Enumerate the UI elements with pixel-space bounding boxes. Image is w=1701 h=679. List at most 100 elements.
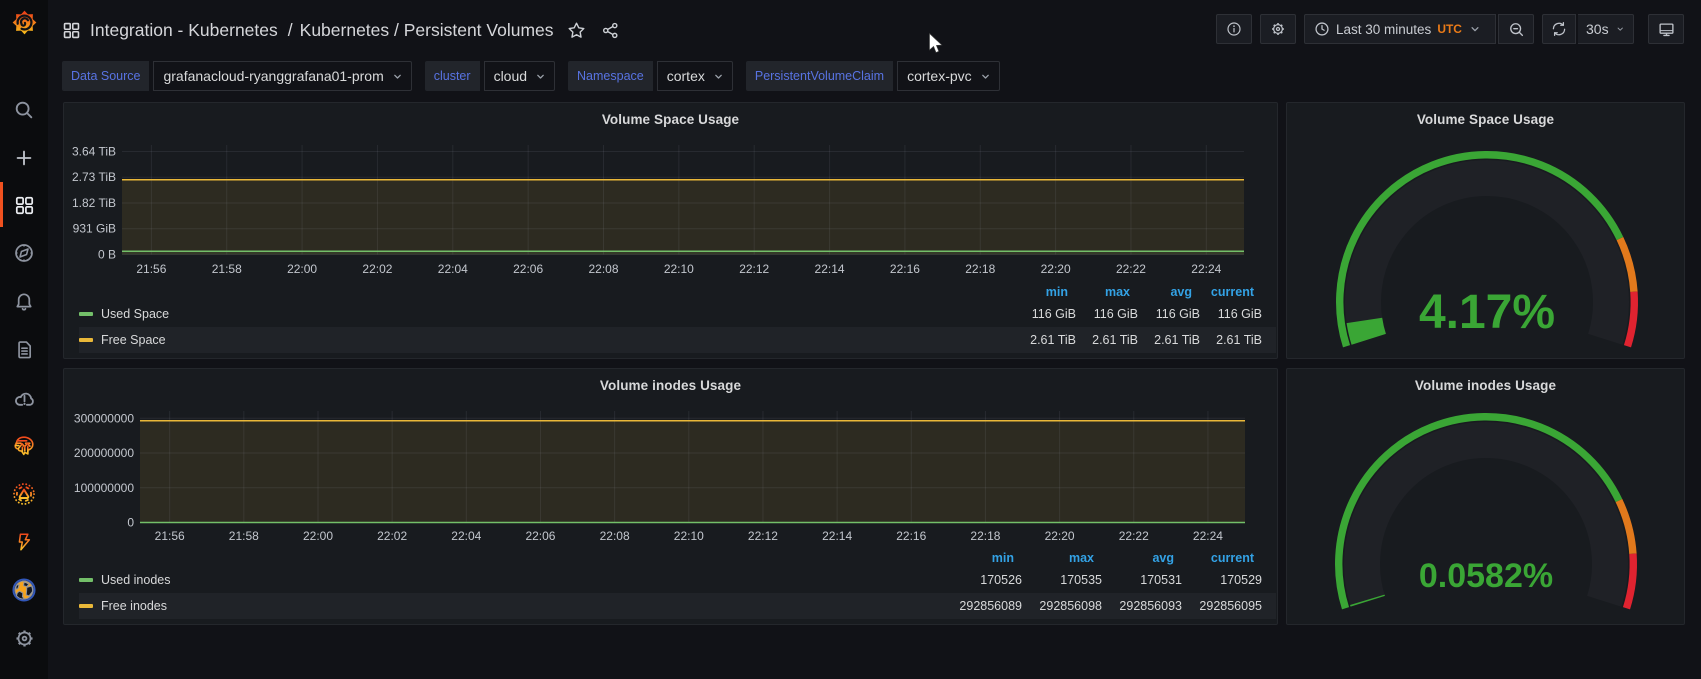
svg-text:22:16: 22:16 [896,529,926,543]
legend-row[interactable]: Used inodes 170526 170535 170531 170529 [79,567,1276,593]
search-icon [13,99,35,121]
refresh-button[interactable] [1542,14,1576,44]
variable-pvc: PersistentVolumeClaim cortex-pvc [746,61,1000,91]
refresh-interval-label: 30s [1586,21,1609,37]
series-color-marker [79,604,93,608]
legend-col-current[interactable]: current [1200,285,1262,299]
grafana-logo[interactable] [0,2,48,42]
svg-text:21:58: 21:58 [229,529,259,543]
timeseries-chart[interactable]: 0 B931 GiB1.82 TiB2.73 TiB3.64 TiB21:562… [64,103,1277,285]
favorite-star-button[interactable] [567,21,586,40]
svg-text:21:58: 21:58 [212,262,242,276]
apps-icon [62,21,81,40]
sidebar-item-create[interactable] [0,138,48,178]
legend-col-max[interactable]: max [1022,551,1102,565]
sidebar-item-dashboards[interactable] [0,185,48,225]
legend-row[interactable]: Free Space 2.61 TiB 2.61 TiB 2.61 TiB 2.… [79,327,1276,353]
svg-text:22:00: 22:00 [303,529,333,543]
legend-col-avg[interactable]: avg [1138,285,1200,299]
svg-text:22:22: 22:22 [1116,262,1146,276]
svg-text:22:08: 22:08 [588,262,618,276]
main-content: Integration - Kubernetes / Kubernetes / … [48,0,1701,679]
panel-volume-space-usage-graph[interactable]: Volume Space Usage 0 B931 GiB1.82 TiB2.7… [63,102,1278,359]
clock-icon [1314,21,1330,37]
gauge-chart: 4.17% [1287,103,1684,358]
bolt-icon [13,531,35,553]
svg-text:22:12: 22:12 [748,529,778,543]
svg-text:22:22: 22:22 [1119,529,1149,543]
breadcrumb-folder[interactable]: Integration - Kubernetes [90,20,278,41]
legend-col-current[interactable]: current [1182,551,1262,565]
variable-value-dropdown[interactable]: cortex [657,61,733,91]
svg-text:22:24: 22:24 [1193,529,1223,543]
legend-row[interactable]: Free inodes 292856089 292856098 29285609… [79,593,1276,619]
dashboards-icon [14,195,35,216]
panel-volume-space-usage-gauge[interactable]: Volume Space Usage 4.17% [1286,102,1685,359]
series-color-marker [79,312,93,316]
legend-col-max[interactable]: max [1076,285,1138,299]
cycle-view-mode-button[interactable] [1648,14,1684,44]
variable-value-dropdown[interactable]: grafanacloud-ryanggrafana01-prom [153,61,411,91]
panel-volume-inodes-usage-graph[interactable]: Volume inodes Usage 01000000002000000003… [63,368,1278,625]
panel-legend: min max avg current Used inodes 170526 1… [79,549,1276,619]
zoom-out-button[interactable] [1498,14,1534,44]
variable-label: Data Source [62,61,149,91]
svg-text:22:24: 22:24 [1191,262,1221,276]
gear-icon [14,628,35,649]
time-range-picker[interactable]: Last 30 minutes UTC [1304,14,1496,44]
svg-text:22:02: 22:02 [377,529,407,543]
svg-text:200000000: 200000000 [74,446,134,460]
timeseries-chart[interactable]: 010000000020000000030000000021:5621:5822… [64,369,1277,549]
chevron-down-icon [712,70,725,83]
variable-datasource: Data Source grafanacloud-ryanggrafana01-… [62,61,412,91]
cloud-exclamation-icon [13,387,36,410]
svg-text:1.82 TiB: 1.82 TiB [72,196,116,210]
sidebar-item-settings[interactable] [0,618,48,658]
svg-text:22:06: 22:06 [525,529,555,543]
time-controls: Last 30 minutes UTC [1304,14,1534,44]
refresh-controls: 30s [1542,14,1634,44]
svg-text:22:06: 22:06 [513,262,543,276]
dashboard-settings-button[interactable] [1260,14,1296,44]
legend-row[interactable]: Used Space 116 GiB 116 GiB 116 GiB 116 G… [79,301,1276,327]
legend-col-avg[interactable]: avg [1102,551,1182,565]
share-button[interactable] [601,21,620,40]
svg-text:22:14: 22:14 [815,262,845,276]
sidebar-item-alerting[interactable] [0,281,48,321]
legend-col-min[interactable]: min [1014,285,1076,299]
nav-sidebar [0,0,48,679]
sidebar-item-incident[interactable] [0,474,48,514]
panel-volume-inodes-usage-gauge[interactable]: Volume inodes Usage 0.0582% [1286,368,1685,625]
sidebar-item-cloud-alerts[interactable] [0,378,48,418]
chevron-down-icon [1468,22,1482,36]
sidebar-item-synthetic-monitoring[interactable] [0,570,48,610]
variable-value-dropdown[interactable]: cloud [484,61,555,91]
breadcrumb-separator: / [288,20,293,41]
legend-col-min[interactable]: min [942,551,1022,565]
dashboard-toolbar: Last 30 minutes UTC [1216,14,1684,44]
variable-namespace: Namespace cortex [568,61,733,91]
sidebar-item-performance[interactable] [0,522,48,562]
svg-text:22:08: 22:08 [600,529,630,543]
chevron-down-icon [1615,22,1625,36]
svg-text:22:04: 22:04 [451,529,481,543]
compass-icon [13,242,35,264]
svg-text:22:10: 22:10 [674,529,704,543]
svg-text:3.64 TiB: 3.64 TiB [72,144,116,158]
gauge-chart: 0.0582% [1287,369,1684,624]
grafana-logo-icon [11,9,38,36]
sidebar-item-docs[interactable] [0,329,48,369]
dashboard-info-button[interactable] [1216,14,1252,44]
sidebar-item-search[interactable] [0,90,48,130]
svg-text:22:20: 22:20 [1041,262,1071,276]
svg-text:22:02: 22:02 [362,262,392,276]
monitor-icon [1658,21,1675,38]
refresh-interval-picker[interactable]: 30s [1578,14,1634,44]
sidebar-item-explore[interactable] [0,233,48,273]
sidebar-item-machine-learning[interactable] [0,426,48,466]
svg-text:22:18: 22:18 [970,529,1000,543]
variable-value-dropdown[interactable]: cortex-pvc [897,61,1000,91]
breadcrumb-dashboard[interactable]: Kubernetes / Persistent Volumes [300,20,554,41]
sync-icon [1551,21,1567,37]
svg-text:22:12: 22:12 [739,262,769,276]
